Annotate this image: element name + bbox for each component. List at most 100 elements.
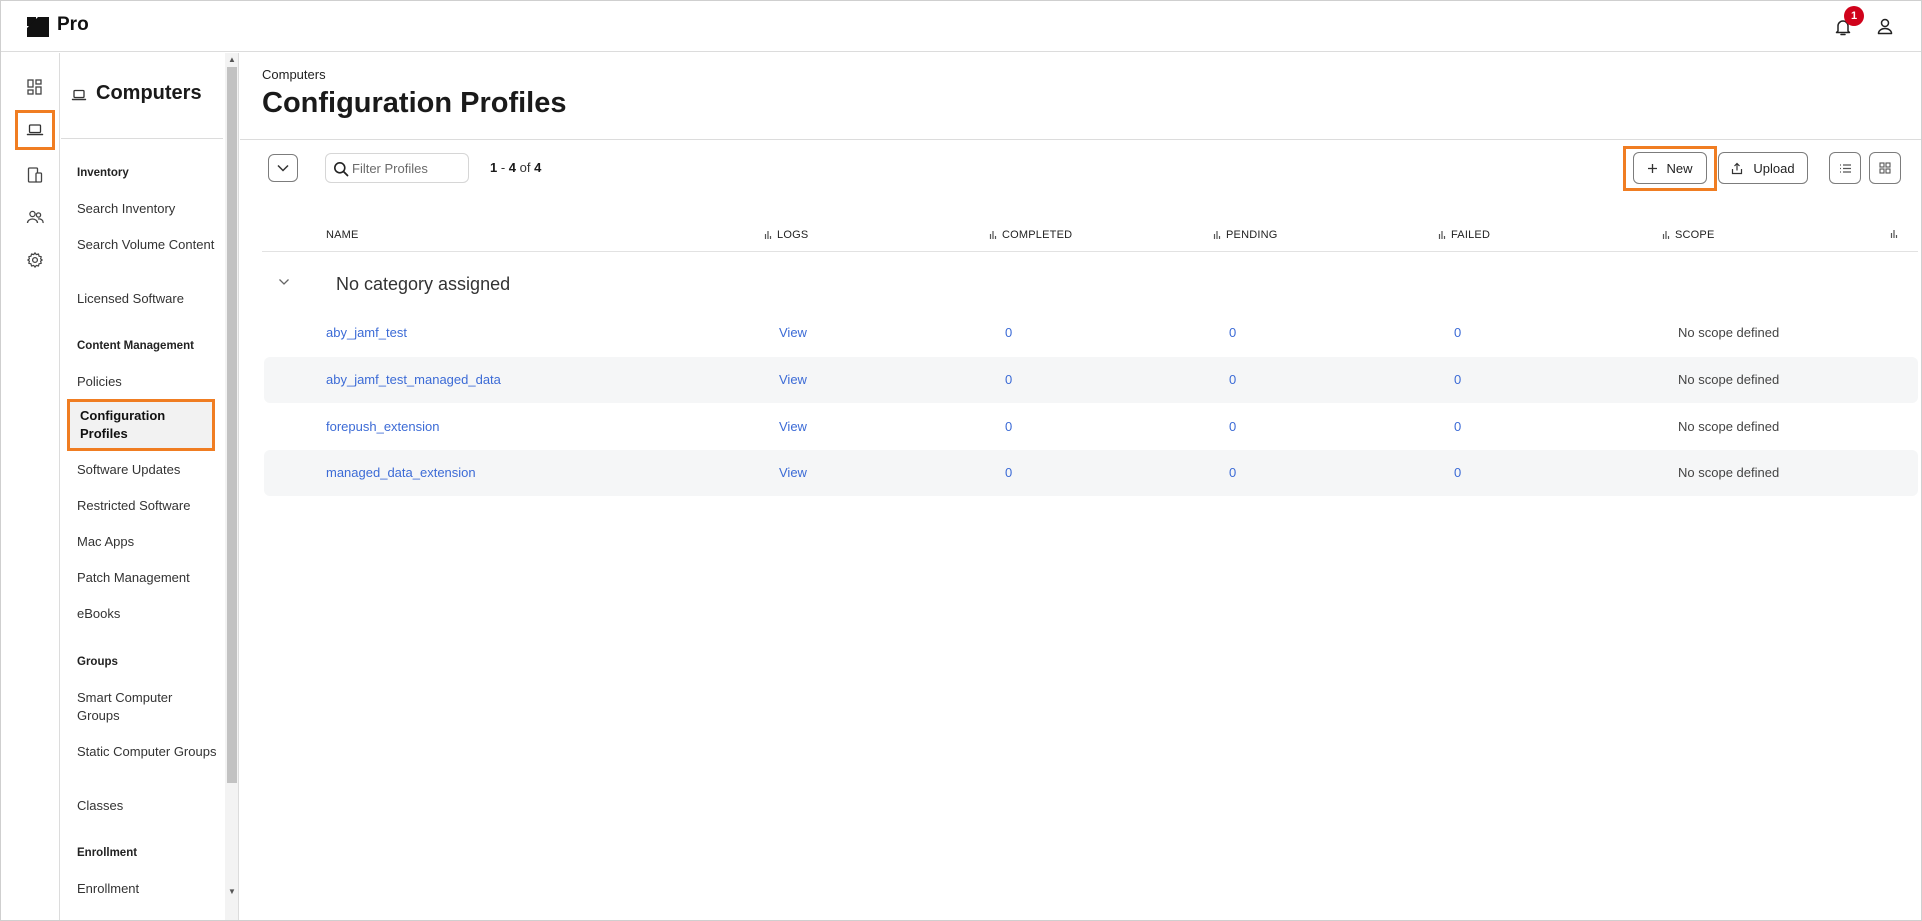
breadcrumb[interactable]: Computers	[262, 67, 326, 82]
pending-count-link[interactable]: 0	[1229, 419, 1236, 434]
sidebar-section-inventory: Inventory	[77, 167, 129, 179]
scope-text: No scope defined	[1678, 372, 1780, 387]
profile-name-link[interactable]: aby_jamf_test	[326, 325, 407, 340]
failed-count-link[interactable]: 0	[1454, 325, 1461, 340]
category-group-label: No category assigned	[336, 274, 511, 294]
sidebar-header: Computers	[61, 53, 223, 139]
column-header-pending[interactable]: PENDING	[1213, 229, 1278, 241]
sort-icon	[1662, 231, 1670, 239]
scope-text: No scope defined	[1678, 419, 1780, 434]
sidebar-item-enrollment[interactable]: Enrollment	[77, 880, 217, 898]
sidebar-item-smart-computer-groups[interactable]: Smart Computer Groups	[77, 689, 217, 725]
sidebar-section-enrollment: Enrollment	[77, 847, 138, 859]
table-row: aby_jamf_test View 0 0 0 No scope define…	[264, 310, 1918, 356]
logs-view-link[interactable]: View	[779, 465, 807, 480]
logs-view-link[interactable]: View	[779, 325, 807, 340]
upload-button[interactable]: Upload	[1718, 152, 1808, 184]
app-title: Pro	[57, 14, 89, 35]
list-view-button[interactable]	[1829, 152, 1861, 184]
sort-icon	[764, 231, 772, 239]
icon-rail	[1, 53, 60, 920]
pending-count-link[interactable]: 0	[1229, 465, 1236, 480]
sidebar-section-content-management: Content Management	[77, 340, 194, 352]
failed-count-link[interactable]: 0	[1454, 465, 1461, 480]
users-icon	[26, 210, 44, 224]
rail-devices[interactable]	[17, 157, 53, 193]
completed-count-link[interactable]: 0	[1005, 325, 1012, 340]
logs-view-link[interactable]: View	[779, 372, 807, 387]
pending-count-link[interactable]: 0	[1229, 372, 1236, 387]
column-header-logs-label: LOGS	[777, 229, 809, 241]
page-title: Configuration Profiles	[262, 87, 567, 119]
filter-box	[325, 153, 469, 183]
user-icon[interactable]	[1875, 16, 1895, 36]
completed-count-link[interactable]: 0	[1005, 372, 1012, 387]
scroll-up-icon[interactable]: ▲	[227, 55, 237, 65]
rail-settings[interactable]	[17, 242, 53, 278]
sort-icon	[1438, 231, 1446, 239]
profile-name-link[interactable]: forepush_extension	[326, 419, 439, 434]
scroll-down-icon[interactable]: ▼	[227, 887, 237, 897]
sort-icon	[989, 231, 997, 239]
logs-view-link[interactable]: View	[779, 419, 807, 434]
sidebar-item-patch-management[interactable]: Patch Management	[77, 569, 217, 587]
filter-profiles-input[interactable]	[352, 158, 464, 178]
rail-dashboard[interactable]	[17, 69, 53, 105]
column-header-completed[interactable]: COMPLETED	[989, 229, 1072, 241]
upload-icon	[1732, 162, 1743, 174]
search-icon	[334, 162, 349, 177]
header-divider	[240, 139, 1921, 140]
sidebar-item-mac-apps[interactable]: Mac Apps	[77, 533, 217, 551]
gear-icon	[27, 252, 43, 268]
top-bar: Pro 1	[1, 1, 1921, 52]
sidebar-item-software-updates[interactable]: Software Updates	[77, 461, 217, 479]
failed-count-link[interactable]: 0	[1454, 419, 1461, 434]
chevron-down-icon[interactable]	[278, 277, 290, 287]
laptop-icon	[71, 89, 87, 101]
sidebar-item-ebooks[interactable]: eBooks	[77, 605, 217, 623]
column-header-more[interactable]	[1890, 229, 1898, 239]
sidebar-item-licensed-software[interactable]: Licensed Software	[77, 290, 217, 308]
plus-icon	[1648, 163, 1658, 173]
column-header-name[interactable]: NAME	[326, 229, 359, 241]
grid-view-button[interactable]	[1869, 152, 1901, 184]
collapse-all-button[interactable]	[268, 154, 298, 182]
app-window: Pro 1 Computers Inventory Search Invento…	[0, 0, 1922, 921]
sidebar-item-restricted-software[interactable]: Restricted Software	[77, 497, 217, 515]
new-button[interactable]: New	[1633, 152, 1707, 184]
column-header-completed-label: COMPLETED	[1002, 229, 1073, 241]
column-header-logs[interactable]: LOGS	[764, 229, 808, 241]
pending-count-link[interactable]: 0	[1229, 325, 1236, 340]
sidebar-item-classes[interactable]: Classes	[77, 797, 217, 815]
table-row: forepush_extension View 0 0 0 No scope d…	[264, 404, 1918, 450]
jamf-logo-icon	[27, 17, 49, 37]
new-button-label: New	[1666, 160, 1693, 176]
completed-count-link[interactable]: 0	[1005, 465, 1012, 480]
sidebar-item-search-inventory[interactable]: Search Inventory	[77, 200, 217, 218]
table-row: aby_jamf_test_managed_data View 0 0 0 No…	[264, 357, 1918, 403]
sidebar-item-configuration-profiles[interactable]: Configuration Profiles	[67, 399, 215, 451]
rail-computers[interactable]	[15, 110, 55, 150]
sort-icon	[1890, 230, 1898, 238]
completed-count-link[interactable]: 0	[1005, 419, 1012, 434]
column-header-failed[interactable]: FAILED	[1438, 229, 1490, 241]
sidebar: Computers Inventory Search Inventory Sea…	[61, 53, 239, 920]
sidebar-item-policies[interactable]: Policies	[77, 373, 217, 391]
pager-from: 1	[490, 160, 498, 175]
sort-icon	[1213, 231, 1221, 239]
list-icon	[1839, 163, 1851, 173]
rail-users[interactable]	[17, 199, 53, 235]
grid-icon	[1879, 162, 1891, 174]
sidebar-scroll-thumb[interactable]	[227, 67, 237, 783]
failed-count-link[interactable]: 0	[1454, 372, 1461, 387]
column-header-name-label: NAME	[326, 229, 359, 241]
scope-text: No scope defined	[1678, 465, 1780, 480]
column-header-scope[interactable]: SCOPE	[1662, 229, 1715, 241]
pagination-info: 1 - 4 of 4	[490, 160, 542, 175]
sidebar-title: Computers	[96, 82, 202, 104]
profile-name-link[interactable]: aby_jamf_test_managed_data	[326, 372, 501, 387]
sidebar-item-search-volume-content[interactable]: Search Volume Content	[77, 236, 217, 254]
profile-name-link[interactable]: managed_data_extension	[326, 465, 476, 480]
sidebar-item-static-computer-groups[interactable]: Static Computer Groups	[77, 743, 217, 761]
pager-to: 4	[508, 160, 517, 175]
